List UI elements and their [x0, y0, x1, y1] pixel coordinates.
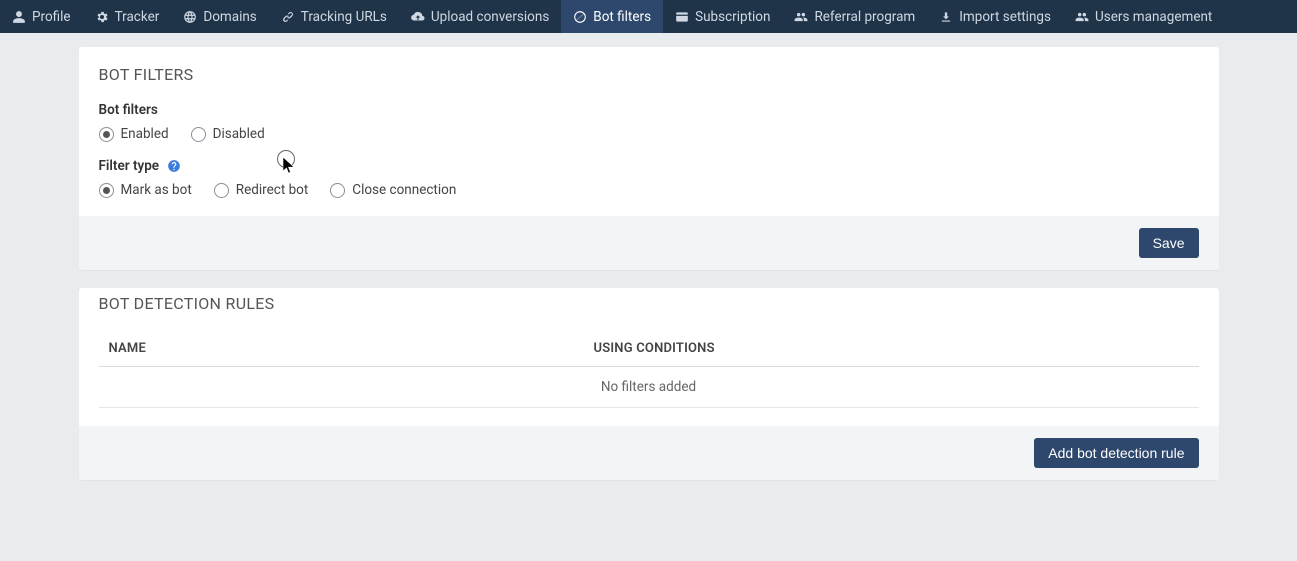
- radio-icon: [214, 183, 229, 198]
- credit-card-icon: [675, 10, 689, 24]
- nav-label: Bot filters: [593, 9, 651, 25]
- panel-title: BOT DETECTION RULES: [99, 294, 1199, 313]
- filters-panel-footer: Save: [79, 216, 1219, 270]
- gear-icon: [95, 10, 109, 24]
- radio-label: Redirect bot: [236, 182, 309, 198]
- add-rule-button[interactable]: Add bot detection rule: [1034, 438, 1198, 468]
- nav-label: Subscription: [695, 9, 770, 25]
- nav-profile[interactable]: Profile: [0, 0, 83, 33]
- nav-subscription[interactable]: Subscription: [663, 0, 782, 33]
- radio-icon: [191, 127, 206, 142]
- nav-upload-conversions[interactable]: Upload conversions: [399, 0, 561, 33]
- nav-tracker[interactable]: Tracker: [83, 0, 172, 33]
- nav-users-management[interactable]: Users management: [1063, 0, 1224, 33]
- column-name: NAME: [99, 341, 594, 356]
- radio-redirect-bot[interactable]: Redirect bot: [214, 182, 309, 198]
- bot-filters-label: Bot filters: [99, 102, 1199, 118]
- radio-enabled[interactable]: Enabled: [99, 126, 169, 142]
- nav-label: Tracking URLs: [301, 9, 387, 25]
- radio-label: Mark as bot: [121, 182, 192, 198]
- rules-empty-state: No filters added: [99, 367, 1199, 408]
- radio-label: Disabled: [213, 126, 265, 142]
- nav-label: Referral program: [814, 9, 915, 25]
- bot-rules-panel: BOT DETECTION RULES NAME USING CONDITION…: [79, 288, 1219, 480]
- nav-import-settings[interactable]: Import settings: [927, 0, 1063, 33]
- page-content: BOT FILTERS Bot filters Enabled Disabled…: [69, 47, 1229, 528]
- radio-close-connection[interactable]: Close connection: [330, 182, 456, 198]
- nav-tracking-urls[interactable]: Tracking URLs: [269, 0, 399, 33]
- filter-type-label: Filter type: [99, 158, 1199, 174]
- radio-mark-as-bot[interactable]: Mark as bot: [99, 182, 192, 198]
- nav-referral[interactable]: Referral program: [782, 0, 927, 33]
- nav-label: Users management: [1095, 9, 1212, 25]
- nav-bot-filters[interactable]: Bot filters: [561, 0, 663, 33]
- radio-icon: [330, 183, 345, 198]
- panel-title: BOT FILTERS: [99, 65, 1199, 84]
- radio-disabled[interactable]: Disabled: [191, 126, 265, 142]
- nav-domains[interactable]: Domains: [171, 0, 268, 33]
- nav-label: Import settings: [959, 9, 1051, 25]
- rules-panel-footer: Add bot detection rule: [79, 426, 1219, 480]
- save-button[interactable]: Save: [1139, 228, 1199, 258]
- rules-table-header: NAME USING CONDITIONS: [99, 331, 1199, 367]
- globe-icon: [183, 10, 197, 24]
- link-icon: [281, 10, 295, 24]
- bot-filters-panel: BOT FILTERS Bot filters Enabled Disabled…: [79, 47, 1219, 270]
- user-icon: [12, 10, 26, 24]
- cloud-upload-icon: [411, 10, 425, 24]
- nav-label: Profile: [32, 9, 71, 25]
- nav-label: Upload conversions: [431, 9, 549, 25]
- nav-label: Tracker: [115, 9, 160, 25]
- help-icon[interactable]: [167, 159, 181, 173]
- filter-type-radio-group: Mark as bot Redirect bot Close connectio…: [99, 182, 1199, 198]
- bot-filters-radio-group: Enabled Disabled: [99, 126, 1199, 142]
- radio-icon: [99, 183, 114, 198]
- users-cog-icon: [1075, 10, 1089, 24]
- users-icon: [794, 10, 808, 24]
- radio-icon: [99, 127, 114, 142]
- radio-label: Enabled: [121, 126, 169, 142]
- nav-label: Domains: [203, 9, 256, 25]
- radio-label: Close connection: [352, 182, 456, 198]
- ban-icon: [573, 10, 587, 24]
- download-icon: [939, 10, 953, 24]
- top-nav: Profile Tracker Domains Tracking URLs Up…: [0, 0, 1297, 33]
- column-conditions: USING CONDITIONS: [594, 341, 1199, 356]
